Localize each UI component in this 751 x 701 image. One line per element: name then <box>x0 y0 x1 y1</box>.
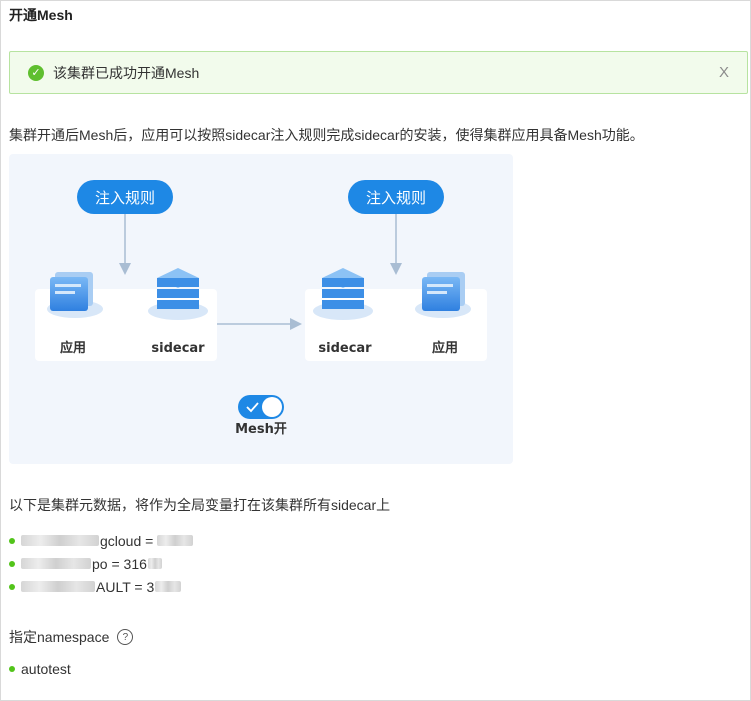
redacted-text <box>157 535 194 546</box>
inject-rule-pill-left: 注入规则 <box>77 180 173 214</box>
app-icon-right <box>415 272 471 318</box>
mesh-diagram: 注入规则 注入规则 应用 sidecar sidecar 应用 Mesh开 <box>9 154 513 464</box>
inject-rule-label-left: 注入规则 <box>95 189 155 207</box>
metadata-title: 以下是集群元数据，将作为全局变量打在该集群所有sidecar上 <box>9 497 391 513</box>
sidecar-label-left: sidecar <box>151 341 205 356</box>
metadata-item-text: po = 316 <box>92 555 147 572</box>
check-circle-icon: ✓ <box>28 64 44 81</box>
close-icon[interactable]: X <box>719 64 729 81</box>
bullet-dot <box>9 560 15 567</box>
mesh-switch-label: Mesh开 <box>235 422 287 437</box>
redacted-text <box>21 581 95 592</box>
namespace-item: autotest <box>9 661 71 677</box>
metadata-item: gcloud = <box>9 529 194 552</box>
app-label-right: 应用 <box>432 340 458 356</box>
mesh-toggle-switch <box>238 395 284 419</box>
success-alert: ✓ 该集群已成功开通Mesh X <box>9 51 748 94</box>
namespace-label-text: 指定namespace <box>9 629 110 645</box>
server-icon-right <box>313 268 373 320</box>
server-icon-left <box>148 268 208 320</box>
namespace-item-text: autotest <box>21 661 71 677</box>
redacted-text <box>155 581 182 592</box>
bullet-dot <box>9 537 15 544</box>
inject-rule-pill-right: 注入规则 <box>348 180 444 214</box>
app-label-left: 应用 <box>60 340 86 356</box>
bullet-dot <box>9 666 15 672</box>
inject-rule-label-right: 注入规则 <box>366 189 426 207</box>
page-title: 开通Mesh <box>9 7 73 23</box>
alert-message: 该集群已成功开通Mesh <box>53 64 200 81</box>
namespace-label: 指定namespace ? <box>9 627 134 647</box>
metadata-item: AULT = 3 <box>9 575 194 598</box>
metadata-item-text: AULT = 3 <box>96 578 155 595</box>
bullet-dot <box>9 583 15 590</box>
redacted-text <box>21 558 91 569</box>
metadata-item-text: gcloud = <box>100 532 154 549</box>
redacted-text <box>147 558 162 569</box>
mesh-description: 集群开通后Mesh后，应用可以按照sidecar注入规则完成sidecar的安装… <box>9 127 644 143</box>
question-circle-icon[interactable]: ? <box>117 629 134 645</box>
metadata-item: po = 316 <box>9 552 194 575</box>
sidecar-label-right: sidecar <box>318 341 372 356</box>
redacted-text <box>21 535 99 546</box>
metadata-list: gcloud = po = 316 AULT = 3 <box>9 529 194 598</box>
